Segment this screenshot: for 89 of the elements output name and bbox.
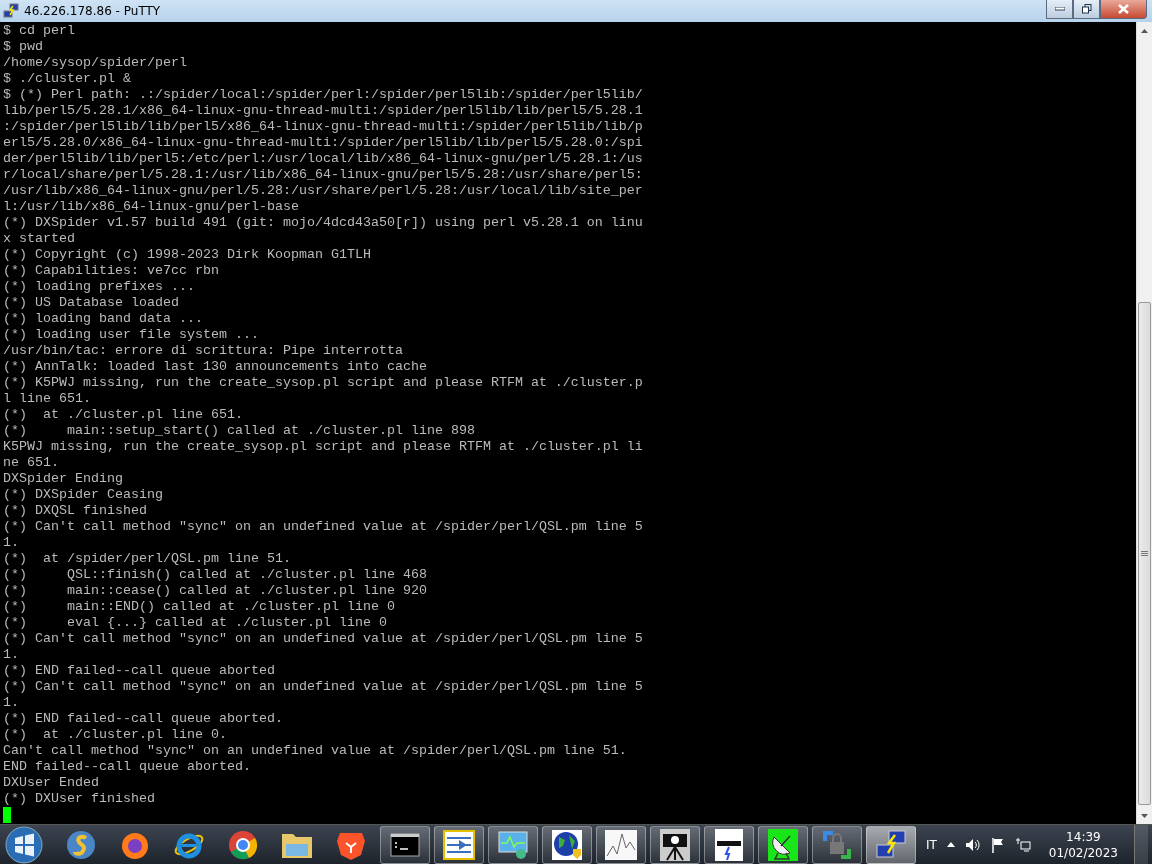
terminal-line: (*) Can't call method "sync" on an undefined value at /spider/perl/QSL.pm line 5 — [3, 519, 644, 535]
terminal-line: $ (*) Perl path: .:/spider/local:/spider/perl:/spider/perl5lib:/spider/perl5lib/ — [3, 87, 644, 103]
taskbar-button[interactable] — [704, 825, 754, 864]
terminal-line: r/local/share/perl/5.28.1:/usr/lib/x86_64-linux-gnu/perl5/5.28:/usr/share/perl5: — [3, 167, 644, 183]
terminal-line: K5PWJ missing, run the create_sysop.pl script and please RTFM at ./cluster.pl li — [3, 439, 644, 455]
terminal-line: (*) main::END() called at ./cluster.pl line 0 — [3, 599, 396, 615]
terminal-line: /home/sysop/spider/perl — [3, 55, 188, 71]
minimize-button[interactable] — [1046, 0, 1073, 19]
taskbar-button[interactable] — [650, 825, 700, 864]
terminal-line: $ pwd — [3, 39, 44, 55]
terminal-line: (*) loading user file system ... — [3, 327, 260, 343]
computers-icon — [875, 828, 907, 861]
satellite-dish-icon — [768, 828, 798, 861]
clock-time: 14:39 — [1066, 828, 1101, 845]
computers-icon — [3, 3, 19, 19]
taskbar-button[interactable] — [542, 825, 592, 864]
s-logo-icon — [65, 828, 97, 861]
terminal-line: (*) K5PWJ missing, run the create_sysop.pl script and please RTFM at ./cluster.p — [3, 375, 644, 391]
terminal-line: (*) at ./cluster.pl line 0. — [3, 727, 228, 743]
terminal-line: (*) END failed--call queue aborted — [3, 663, 276, 679]
terminal-line: Can't call method "sync" on an undefined value at /spider/perl/QSL.pm line 51. — [3, 743, 628, 759]
caret-icon[interactable] — [946, 842, 955, 847]
scrollbar[interactable] — [1136, 22, 1152, 824]
restore-button[interactable] — [1073, 0, 1100, 19]
monitor-icon — [497, 829, 529, 860]
terminal-line: (*) Copyright (c) 1998-2023 Dirk Koopman G1TLH — [3, 247, 372, 263]
flag-icon[interactable] — [990, 836, 1005, 853]
terminal-line: 1. — [3, 695, 20, 711]
terminal-line: (*) main::setup_start() called at ./cluster.pl line 898 — [3, 423, 476, 439]
padlock-icon — [821, 828, 853, 861]
restore-icon — [1081, 4, 1092, 14]
globe-icon — [551, 828, 583, 861]
terminal-line: END failed--call queue aborted. — [3, 759, 252, 775]
language-indicator[interactable]: IT — [925, 837, 937, 852]
terminal-line: (*) at /spider/perl/QSL.pm line 51. — [3, 551, 292, 567]
terminal-line: (*) DXUser finished — [3, 791, 156, 807]
scroll-thumb[interactable] — [1138, 302, 1151, 805]
terminal-cursor — [3, 807, 11, 823]
terminal-line: (*) DXSpider Ceasing — [3, 487, 164, 503]
terminal-line: erl5/5.28.0/x86_64-linux-gnu-thread-multi:/spider/perl5lib/lib/perl5/5.28.0:/spi — [3, 135, 644, 151]
terminal-icon — [390, 832, 420, 857]
close-icon — [1118, 4, 1129, 14]
terminal-line: l line 651. — [3, 391, 92, 407]
terminal-line: ne 651. — [3, 455, 60, 471]
minimize-icon — [1054, 7, 1065, 11]
taskbar-button[interactable] — [380, 825, 430, 864]
terminal-line: DXUser Ended — [3, 775, 100, 791]
camera-icon — [660, 828, 690, 861]
terminal-line: lib/perl5/5.28.1/x86_64-linux-gnu-thread-multi:/spider/perl5lib/lib/perl5/5.28.1 — [3, 103, 644, 119]
close-button[interactable] — [1100, 0, 1147, 19]
terminal-line: x started — [3, 231, 76, 247]
terminal-line: (*) QSL::finish() called at ./cluster.pl line 468 — [3, 567, 428, 583]
terminal-line: $ cd perl — [3, 23, 76, 39]
terminal-line: /usr/bin/tac: errore di scrittura: Pipe interrotta — [3, 343, 404, 359]
start-button[interactable] — [4, 824, 44, 864]
terminal-line: (*) eval {...} called at ./cluster.pl line 0 — [3, 615, 388, 631]
taskbar-button[interactable] — [596, 825, 646, 864]
terminal-line: der/perl5lib/lib/perl5:/etc/perl:/usr/local/lib/x86_64-linux-gnu/perl/5.28.1:/us — [3, 151, 644, 167]
clock-date: 01/02/2023 — [1048, 844, 1118, 861]
terminal-line: $ ./cluster.pl & — [3, 71, 132, 87]
chrome-icon — [227, 828, 259, 861]
terminal-line: (*) at ./cluster.pl line 651. — [3, 407, 244, 423]
terminal-line: (*) US Database loaded — [3, 295, 180, 311]
terminal-line: 1. — [3, 647, 20, 663]
terminal-line: 1. — [3, 535, 20, 551]
graph-icon — [605, 829, 637, 860]
taskbar-button[interactable] — [758, 825, 808, 864]
terminal-line: l:/usr/lib/x86_64-linux-gnu/perl-base — [3, 199, 300, 215]
terminal-line: (*) Capabilities: ve7cc rbn — [3, 263, 220, 279]
taskbar-button[interactable] — [488, 825, 538, 864]
terminal-line: (*) Can't call method "sync" on an undefined value at /spider/perl/QSL.pm line 5 — [3, 679, 644, 695]
terminal-line: (*) loading band data ... — [3, 311, 204, 327]
terminal-line: :/spider/perl5lib/lib/perl5/x86_64-linux-gnu-thread-multi:/spider/perl5lib/lib/p — [3, 119, 644, 135]
terminal-line: (*) AnnTalk: loaded last 130 announcements into cache — [3, 359, 428, 375]
window-title: 46.226.178.86 - PuTTY — [24, 4, 161, 18]
terminal-line: (*) DXSpider v1.57 build 491 (git: mojo/4dcd43a50[r]) using perl v5.28.1 on linu — [3, 215, 644, 231]
terminal-line: (*) END failed--call queue aborted. — [3, 711, 284, 727]
terminal-line: DXSpider Ending — [3, 471, 124, 487]
taskbar-button[interactable] — [866, 825, 916, 864]
clock[interactable]: 14:39 01/02/2023 — [1048, 828, 1118, 861]
arrows-window-icon — [443, 829, 475, 860]
terminal-line: (*) Can't call method "sync" on an undefined value at /spider/perl/QSL.pm line 5 — [3, 631, 644, 647]
speaker-icon[interactable] — [964, 837, 981, 852]
terminal-line: (*) DXQSL finished — [3, 503, 148, 519]
terminal-line: (*) main::cease() called at ./cluster.pl line 920 — [3, 583, 428, 599]
terminal-line: (*) loading prefixes ... — [3, 279, 196, 295]
taskbar-button[interactable] — [434, 825, 484, 864]
network-icon[interactable] — [1014, 836, 1031, 853]
terminal-line: /usr/lib/x86_64-linux-gnu/perl/5.28:/usr/share/perl/5.28:/usr/local/lib/site_per — [3, 183, 644, 199]
